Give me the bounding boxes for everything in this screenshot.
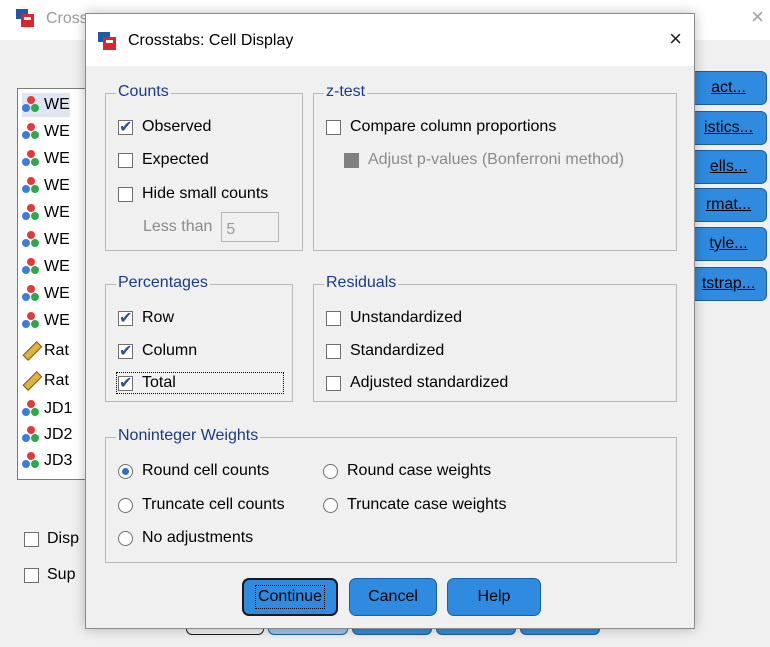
variable-item[interactable]: WE [22,174,70,198]
less-than-label: Less than [143,218,213,235]
cell-display-dialog: Crosstabs: Cell Display × Counts Observe… [85,13,695,629]
spss-app-icon [16,9,34,27]
checkbox-box[interactable] [118,308,133,328]
checkbox-box[interactable] [118,373,133,393]
round-case-weights-radio[interactable]: Round case weights [323,462,491,480]
nominal-variable-icon [22,231,40,249]
less-than-input[interactable] [221,212,280,242]
truncate-cell-counts-radio[interactable]: Truncate cell counts [118,496,285,514]
nominal-variable-icon [22,452,40,470]
checkbox-box[interactable] [326,375,341,391]
help-button[interactable]: Help [447,578,541,616]
bootstrap-button[interactable]: tstrap... [690,267,767,301]
observed-checkbox[interactable]: Observed [118,117,211,137]
checkbox-box[interactable] [326,343,341,359]
residuals-group: Residuals Unstandardized Standardized Ad… [313,274,677,402]
counts-group-label: Counts [116,83,171,101]
row-percent-checkbox[interactable]: Row [118,308,174,328]
unstandardized-checkbox[interactable]: Unstandardized [326,309,462,327]
expected-checkbox[interactable]: Expected [118,151,209,169]
continue-button[interactable]: Continue [242,578,338,616]
statistics-button[interactable]: istics... [690,111,767,145]
scale-variable-icon [18,338,43,363]
format-button[interactable]: rmat... [690,188,767,222]
checkbox-box[interactable] [118,117,133,137]
cancel-button[interactable]: Cancel [349,578,437,616]
noninteger-weights-group: Noninteger Weights Round cell counts Rou… [105,427,677,563]
percentages-group: Percentages Row Column Total [105,274,293,402]
nominal-variable-icon [22,426,40,444]
ztest-group-label: z-test [324,83,368,101]
no-adjustments-radio[interactable]: No adjustments [118,529,253,547]
noninteger-weights-group-label: Noninteger Weights [116,427,261,445]
checkbox-box[interactable] [118,186,133,202]
nominal-variable-icon [22,123,40,141]
radio-button[interactable] [323,463,338,479]
display-clustered-checkbox[interactable]: Disp [24,530,79,548]
variable-item[interactable]: WE [22,93,70,117]
percentages-group-label: Percentages [116,274,210,292]
checkbox-box[interactable] [326,310,341,326]
cells-button[interactable]: ells... [690,150,767,184]
round-cell-counts-radio[interactable]: Round cell counts [118,462,269,480]
total-percent-checkbox[interactable]: Total [116,372,284,394]
variable-item[interactable]: JD2 [22,423,72,447]
nominal-variable-icon [22,312,40,330]
suppress-tables-checkbox[interactable]: Sup [24,566,75,584]
spss-app-icon [98,32,116,50]
variable-item[interactable]: WE [22,282,70,306]
variable-item[interactable]: WE [22,255,70,279]
adjust-p-values-checkbox[interactable]: Adjust p-values (Bonferroni method) [344,151,624,169]
checkbox-box[interactable] [118,341,133,361]
checkbox-box[interactable] [344,152,359,168]
nominal-variable-icon [22,285,40,303]
counts-group: Counts Observed Expected Hide small coun… [105,83,303,251]
standardized-checkbox[interactable]: Standardized [326,342,444,360]
variable-item[interactable]: Rat [22,339,69,363]
dialog-title: Crosstabs: Cell Display [128,32,294,49]
nominal-variable-icon [22,150,40,168]
variable-item[interactable]: JD3 [22,449,72,473]
nominal-variable-icon [22,96,40,114]
less-than-row: Less than [143,212,280,242]
parent-window-title: Cross [46,10,88,27]
checkbox-box[interactable] [24,531,39,547]
parent-close-icon[interactable]: × [751,4,764,30]
radio-button[interactable] [118,530,133,546]
variable-item[interactable]: Rat [22,369,69,393]
radio-button[interactable] [323,497,338,513]
column-percent-checkbox[interactable]: Column [118,341,197,361]
exact-button[interactable]: act... [690,71,767,105]
scale-variable-icon [18,368,43,393]
dialog-titlebar: Crosstabs: Cell Display × [86,14,694,66]
residuals-group-label: Residuals [324,274,399,292]
variable-item[interactable]: WE [22,120,70,144]
style-button[interactable]: tyle... [690,227,767,261]
checkbox-box[interactable] [326,119,341,135]
hide-small-counts-checkbox[interactable]: Hide small counts [118,185,268,203]
adjusted-standardized-checkbox[interactable]: Adjusted standardized [326,374,508,392]
radio-button[interactable] [118,463,133,479]
checkbox-box[interactable] [118,152,133,168]
variable-item[interactable]: WE [22,147,70,171]
close-icon[interactable]: × [669,26,682,52]
nominal-variable-icon [22,204,40,222]
nominal-variable-icon [22,177,40,195]
checkbox-box[interactable] [24,567,39,583]
variable-item[interactable]: WE [22,309,70,333]
nominal-variable-icon [22,258,40,276]
ztest-group: z-test Compare column proportions Adjust… [313,83,677,251]
variable-item[interactable]: WE [22,201,70,225]
variable-item[interactable]: WE [22,228,70,252]
nominal-variable-icon [22,400,40,418]
truncate-case-weights-radio[interactable]: Truncate case weights [323,496,506,514]
variable-item[interactable]: JD1 [22,397,72,421]
radio-button[interactable] [118,497,133,513]
compare-column-proportions-checkbox[interactable]: Compare column proportions [326,118,556,136]
